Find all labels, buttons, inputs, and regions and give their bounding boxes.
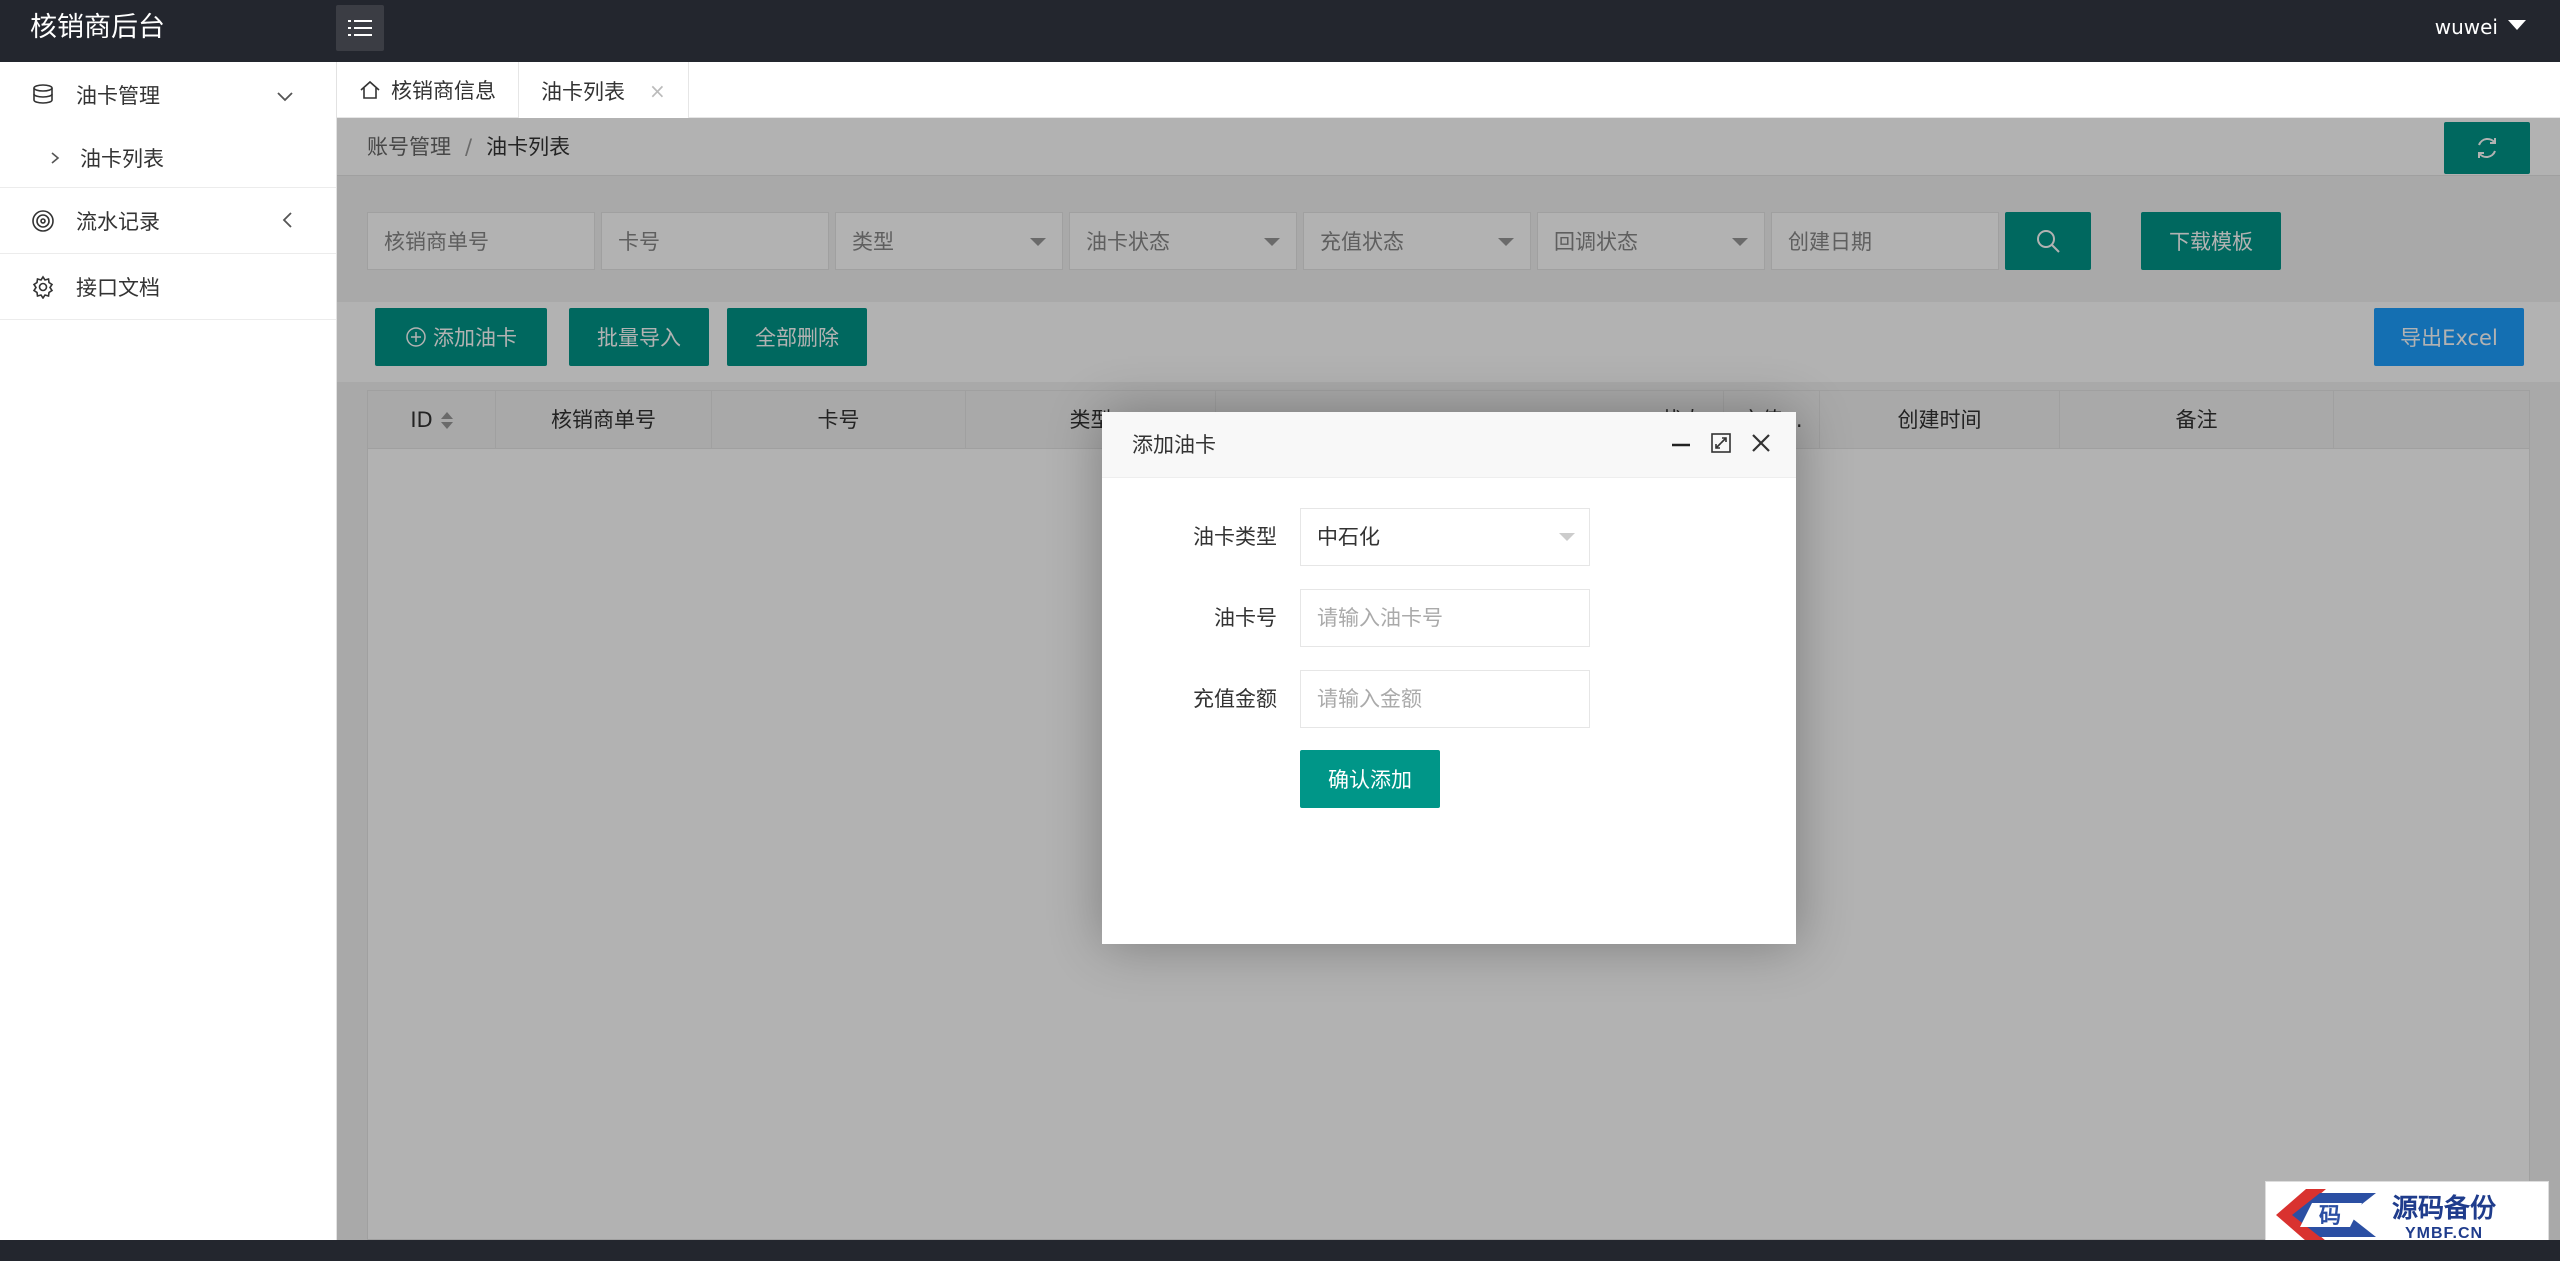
tab-bar: 核销商信息 油卡列表 × xyxy=(337,62,2560,119)
dialog-controls xyxy=(1670,432,1772,454)
bottom-bar xyxy=(0,1240,2560,1261)
watermark-text: 源码备份 YMBF.CN xyxy=(2392,1188,2496,1243)
tab-card-list[interactable]: 油卡列表 × xyxy=(518,62,689,119)
logo-glyph: 码 xyxy=(2319,1204,2341,1229)
menu-toggle-button[interactable] xyxy=(336,5,384,51)
tab-label: 核销商信息 xyxy=(391,79,496,103)
card-no-input[interactable]: 请输入油卡号 xyxy=(1300,589,1590,647)
sidebar-item-label: 油卡列表 xyxy=(80,146,164,171)
app-title: 核销商后台 xyxy=(30,12,165,43)
caret-down-icon xyxy=(1559,533,1575,541)
gear-icon xyxy=(30,274,56,300)
sidebar-item-api-docs[interactable]: 接口文档 xyxy=(0,254,336,320)
dialog-title: 添加油卡 xyxy=(1132,433,1216,457)
add-card-dialog: 添加油卡 油卡类型 中石化 油卡号 请输入油卡号 充值金额 请输入金额 确认添加 xyxy=(1102,412,1796,944)
sidebar-item-card-list[interactable]: 油卡列表 xyxy=(0,128,336,188)
form-row-card-no: 油卡号 请输入油卡号 xyxy=(1102,589,1796,647)
chevron-left-icon xyxy=(282,210,294,234)
card-type-select[interactable]: 中石化 xyxy=(1300,508,1590,566)
maximize-icon[interactable] xyxy=(1710,432,1732,454)
tab-merchant-info[interactable]: 核销商信息 xyxy=(337,62,518,118)
sidebar-item-label: 接口文档 xyxy=(76,275,160,300)
minimize-icon[interactable] xyxy=(1670,432,1692,454)
confirm-add-button[interactable]: 确认添加 xyxy=(1300,750,1440,808)
sidebar-item-label: 流水记录 xyxy=(76,209,160,234)
close-icon[interactable]: × xyxy=(649,79,666,103)
target-icon xyxy=(30,208,56,234)
card-no-label: 油卡号 xyxy=(1214,606,1277,630)
close-icon[interactable] xyxy=(1750,432,1772,454)
database-icon xyxy=(30,82,56,108)
dialog-header: 添加油卡 xyxy=(1102,412,1796,478)
watermark-logo: 码 源码备份 YMBF.CN xyxy=(2265,1181,2549,1249)
user-name: wuwei xyxy=(2434,15,2498,39)
sidebar-item-flow-records[interactable]: 流水记录 xyxy=(0,188,336,254)
sidebar-item-label: 油卡管理 xyxy=(76,84,160,108)
tab-label: 油卡列表 xyxy=(541,79,625,104)
amount-label: 充值金额 xyxy=(1193,687,1277,711)
user-menu[interactable]: wuwei xyxy=(2435,0,2526,54)
list-icon xyxy=(348,20,372,36)
home-icon xyxy=(360,80,380,99)
form-row-card-type: 油卡类型 中石化 xyxy=(1102,508,1796,566)
card-type-value: 中石化 xyxy=(1317,525,1380,549)
watermark-main: 源码备份 xyxy=(2392,1193,2497,1224)
card-type-label: 油卡类型 xyxy=(1193,525,1277,549)
form-row-amount: 充值金额 请输入金额 xyxy=(1102,670,1796,728)
logo-icon: 码 xyxy=(2276,1189,2376,1241)
chevron-down-icon xyxy=(276,84,294,108)
chevron-right-icon xyxy=(50,146,60,170)
sidebar-item-card-management[interactable]: 油卡管理 xyxy=(0,62,336,128)
sidebar: 油卡管理 油卡列表 流水记录 接口文档 xyxy=(0,62,337,1240)
top-header: 核销商后台 wuwei xyxy=(0,0,2560,62)
amount-input[interactable]: 请输入金额 xyxy=(1300,670,1590,728)
caret-down-icon xyxy=(2508,20,2526,30)
